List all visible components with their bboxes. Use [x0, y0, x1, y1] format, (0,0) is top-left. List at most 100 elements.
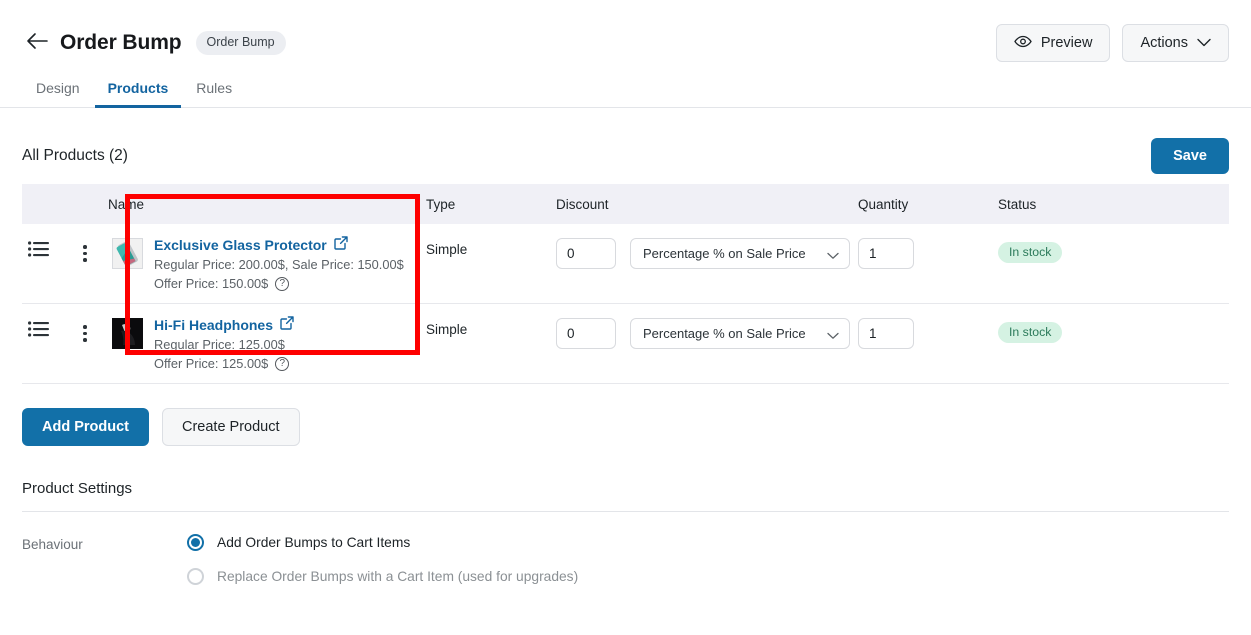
cell-discount: Percentage % on Sale Price — [550, 224, 852, 304]
arrow-left-icon — [26, 32, 48, 55]
kebab-dot — [83, 331, 87, 335]
radio-label: Replace Order Bumps with a Cart Item (us… — [217, 569, 579, 584]
tab-design[interactable]: Design — [22, 74, 94, 107]
discount-mode-select[interactable]: Percentage % on Sale Price — [630, 318, 850, 349]
cell-status: In stock — [992, 224, 1229, 304]
eye-icon — [1014, 35, 1032, 52]
all-products-title: All Products (2) — [22, 147, 128, 164]
product-name-text: Exclusive Glass Protector — [154, 236, 327, 253]
th-name: Name — [102, 184, 420, 224]
add-product-button[interactable]: Add Product — [22, 408, 149, 446]
regular-sale-price: Regular Price: 125.00$ — [154, 337, 294, 352]
table-head: Name Type Discount Quantity Status — [22, 184, 1229, 224]
headphones-thumbnail — [112, 318, 143, 349]
kebab-menu-icon[interactable] — [74, 245, 96, 262]
product-name-block: Exclusive Glass Protector Regular Price: — [154, 236, 404, 291]
kebab-dot — [83, 338, 87, 342]
th-status: Status — [992, 184, 1229, 224]
discount-input[interactable] — [556, 318, 616, 349]
kebab-dot — [83, 325, 87, 329]
product-name-cell: Hi-Fi Headphones Regular Price: 125.00$ — [108, 316, 414, 371]
actions-button[interactable]: Actions — [1122, 24, 1229, 62]
kebab-dot — [83, 245, 87, 249]
product-type: Simple — [426, 242, 468, 257]
product-link[interactable]: Exclusive Glass Protector — [154, 236, 348, 253]
discount-mode-select-wrap: Percentage % on Sale Price — [630, 316, 850, 349]
table-row: Exclusive Glass Protector Regular Price: — [22, 224, 1229, 304]
kebab-dot — [83, 251, 87, 255]
products-table: Name Type Discount Quantity Status Exclu… — [22, 184, 1229, 384]
cell-type: Simple — [420, 224, 550, 304]
cell-name: Hi-Fi Headphones Regular Price: 125.00$ — [102, 303, 420, 384]
cell-drag — [22, 303, 68, 384]
product-action-buttons: Add Product Create Product — [0, 408, 1251, 446]
tab-rules[interactable]: Rules — [182, 74, 246, 107]
product-type: Simple — [426, 322, 468, 337]
price-text: Regular Price: 125.00$ — [154, 337, 285, 352]
cell-name: Exclusive Glass Protector Regular Price: — [102, 224, 420, 304]
th-discount: Discount — [550, 184, 852, 224]
help-circle-icon[interactable]: ? — [275, 276, 290, 291]
discount-controls: Percentage % on Sale Price — [556, 316, 850, 349]
radio-button-selected[interactable] — [187, 534, 204, 551]
product-name-cell: Exclusive Glass Protector Regular Price: — [108, 236, 414, 291]
quantity-input[interactable] — [858, 318, 914, 349]
th-menu — [68, 184, 102, 224]
behaviour-label: Behaviour — [22, 537, 83, 552]
offer-price-text: Offer Price: 125.00$ — [154, 356, 269, 371]
save-button[interactable]: Save — [1151, 138, 1229, 174]
regular-sale-price: Regular Price: 200.00$, Sale Price: 150.… — [154, 257, 404, 272]
list-reorder-icon[interactable] — [28, 321, 62, 340]
back-button[interactable] — [22, 28, 52, 58]
cell-menu — [68, 224, 102, 304]
cell-menu — [68, 303, 102, 384]
radio-label: Add Order Bumps to Cart Items — [217, 535, 411, 550]
behaviour-field: Behaviour Add Order Bumps to Cart Items … — [22, 534, 1229, 585]
kebab-dot — [83, 258, 87, 262]
cell-drag — [22, 224, 68, 304]
product-name-text: Hi-Fi Headphones — [154, 316, 274, 333]
product-link[interactable]: Hi-Fi Headphones — [154, 316, 294, 333]
settings-divider — [22, 511, 1229, 512]
products-table-wrapper: Name Type Discount Quantity Status Exclu… — [0, 184, 1251, 384]
chevron-down-icon — [1197, 35, 1211, 51]
create-product-button[interactable]: Create Product — [162, 408, 300, 446]
page-title: Order Bump — [60, 31, 182, 54]
kebab-menu-icon[interactable] — [74, 325, 96, 342]
cell-discount: Percentage % on Sale Price — [550, 303, 852, 384]
status-badge: In stock — [998, 322, 1063, 344]
table-header-row: Name Type Discount Quantity Status — [22, 184, 1229, 224]
th-type: Type — [420, 184, 550, 224]
product-settings-section: Product Settings Behaviour Add Order Bum… — [0, 480, 1251, 585]
status-badge: In stock — [998, 242, 1063, 264]
products-section-header: All Products (2) Save — [0, 134, 1251, 178]
radio-add-order-bumps[interactable]: Add Order Bumps to Cart Items — [187, 534, 578, 551]
list-reorder-icon[interactable] — [28, 241, 62, 260]
discount-mode-select-wrap: Percentage % on Sale Price — [630, 236, 850, 269]
preview-button[interactable]: Preview — [995, 24, 1111, 62]
discount-mode-select[interactable]: Percentage % on Sale Price — [630, 238, 850, 269]
th-drag — [22, 184, 68, 224]
table-body: Exclusive Glass Protector Regular Price: — [22, 224, 1229, 384]
actions-label: Actions — [1140, 35, 1188, 51]
external-link-icon[interactable] — [334, 236, 348, 253]
page-header: Order Bump Order Bump Preview Actions — [0, 0, 1251, 68]
offer-price-text: Offer Price: 150.00$ — [154, 276, 269, 291]
radio-replace-order-bumps[interactable]: Replace Order Bumps with a Cart Item (us… — [187, 568, 578, 585]
th-quantity: Quantity — [852, 184, 992, 224]
help-circle-icon[interactable]: ? — [275, 356, 290, 371]
discount-input[interactable] — [556, 238, 616, 269]
product-settings-title: Product Settings — [22, 480, 133, 497]
preview-label: Preview — [1040, 35, 1093, 51]
cell-type: Simple — [420, 303, 550, 384]
quantity-input[interactable] — [858, 238, 914, 269]
external-link-icon[interactable] — [280, 316, 294, 333]
discount-controls: Percentage % on Sale Price — [556, 236, 850, 269]
cell-quantity — [852, 224, 992, 304]
radio-button-unselected[interactable] — [187, 568, 204, 585]
cell-status: In stock — [992, 303, 1229, 384]
behaviour-radio-group: Add Order Bumps to Cart Items Replace Or… — [187, 534, 578, 585]
offer-price: Offer Price: 125.00$ ? — [154, 356, 294, 371]
title-badge: Order Bump — [195, 31, 286, 55]
tab-products[interactable]: Products — [94, 74, 183, 108]
